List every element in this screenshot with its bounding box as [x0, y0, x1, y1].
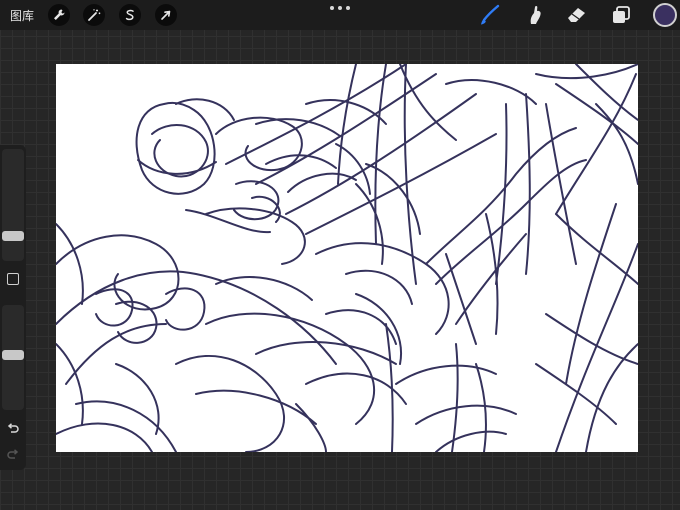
selection-button[interactable] — [119, 4, 141, 26]
smudge-icon — [530, 6, 541, 24]
dot — [338, 6, 342, 10]
dot — [346, 6, 350, 10]
layers-tool-button[interactable] — [609, 3, 633, 27]
brush-size-slider[interactable] — [2, 149, 24, 261]
smudge-tool-button[interactable] — [522, 3, 546, 27]
modify-button[interactable] — [7, 273, 19, 285]
undo-button[interactable] — [6, 421, 20, 435]
dot — [330, 6, 334, 10]
opacity-thumb[interactable] — [2, 350, 24, 360]
wrench-icon — [54, 9, 65, 20]
selection-s-icon — [125, 9, 134, 21]
drawing-canvas[interactable] — [56, 64, 638, 452]
actions-button[interactable] — [48, 4, 70, 26]
sketch-strokes — [56, 64, 638, 452]
brush-icon — [481, 4, 500, 25]
top-toolbar: 图库 — [0, 0, 680, 30]
redo-button[interactable] — [6, 447, 20, 461]
undo-arrow-icon — [7, 423, 19, 433]
opacity-slider[interactable] — [2, 305, 24, 410]
transform-button[interactable] — [155, 4, 177, 26]
redo-arrow-icon — [7, 449, 19, 459]
color-picker-button[interactable] — [653, 3, 677, 27]
gallery-link[interactable]: 图库 — [10, 7, 34, 24]
eraser-icon — [568, 8, 585, 22]
brush-tool-button[interactable] — [478, 3, 502, 27]
arrow-cursor-icon — [161, 10, 171, 20]
brush-size-thumb[interactable] — [2, 231, 24, 241]
eraser-tool-button[interactable] — [565, 3, 589, 27]
left-sidebar — [0, 145, 26, 470]
more-options-button[interactable] — [330, 2, 350, 14]
adjustments-button[interactable] — [83, 4, 105, 26]
magic-wand-icon — [88, 9, 101, 21]
layers-icon — [613, 6, 630, 23]
